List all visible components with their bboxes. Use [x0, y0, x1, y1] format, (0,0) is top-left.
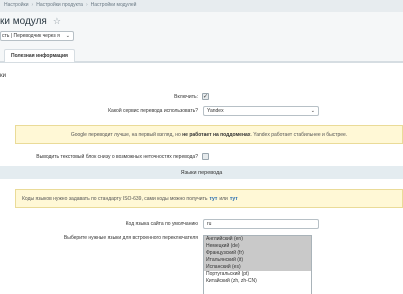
languages-header: Языки перевода [0, 166, 403, 179]
lang-option[interactable]: Французский (fr) [204, 250, 311, 257]
notice-iso: Коды языков нужно задавать по стандарту … [15, 189, 403, 208]
lang-option[interactable]: Китайский (zh, zh-CN) [204, 278, 311, 285]
section-label: ки [0, 73, 6, 79]
service-label: Какой сервис перевода использовать? [108, 108, 198, 114]
default-lang-label: Код языка сайта по умолчанию [125, 221, 198, 227]
page-title: ки модуля [0, 15, 47, 27]
notice-text: Коды языков нужно задавать по стандарту … [22, 195, 208, 202]
notice-text: или [219, 195, 228, 202]
breadcrumb-separator: › [85, 2, 88, 8]
notice-google: Google переводит лучше, на первый взгляд… [15, 125, 403, 144]
show-text-block-label: Выводить текстовый блок снизу о возможны… [36, 154, 198, 160]
chevron-down-icon: ⌄ [65, 33, 70, 39]
enable-label: Включить: [174, 94, 198, 100]
tab-useful-info[interactable]: Полезная информация [4, 49, 75, 62]
langs-list-label: Выберите нужные языки для встроенного пе… [63, 235, 198, 241]
breadcrumb: Настройки › Настройки продукта › Настройки м… [4, 2, 136, 8]
lang-option[interactable]: Немецкий (de) [204, 243, 311, 250]
enable-checkbox[interactable]: ✓ [202, 93, 209, 100]
top-bar: Настройки › Настройки продукта › Настройки м… [0, 0, 403, 12]
site-select-value: сть | Переводчик через я [2, 33, 60, 39]
show-text-block-checkbox[interactable] [202, 153, 209, 160]
breadcrumb-item[interactable]: Настройки модулей [91, 2, 137, 8]
iso-link-1[interactable]: тут [209, 196, 217, 202]
lang-option[interactable]: Португальский (pt) [204, 271, 311, 278]
langs-multiselect[interactable]: Английский (en) Немецкий (de) Французски… [203, 235, 312, 294]
breadcrumb-item[interactable]: Настройки [4, 2, 29, 8]
lang-option[interactable]: Итальянский (it) [204, 257, 311, 264]
breadcrumb-item[interactable]: Настройки продукта [36, 2, 83, 8]
breadcrumb-separator: › [31, 2, 34, 8]
lang-option[interactable]: Испанский (es) [204, 264, 311, 271]
service-select[interactable]: Yandex ⌄ [203, 106, 319, 116]
service-select-value: Yandex [207, 108, 224, 114]
notice-text: . Yandex работает стабильнее и быстрее. [250, 131, 348, 138]
site-select[interactable]: сть | Переводчик через я ⌄ [0, 31, 74, 41]
check-icon: ✓ [202, 93, 209, 100]
title-row: ки модуля ☆ [0, 12, 61, 30]
settings-panel: ки Включить: ✓ Какой сервис перевода исп… [0, 62, 403, 294]
star-icon[interactable]: ☆ [53, 16, 61, 27]
chevron-down-icon: ⌄ [310, 108, 315, 114]
tab-bar: Полезная информация [0, 46, 403, 62]
notice-text: Google переводит лучше, на первый взгляд… [70, 131, 181, 138]
iso-link-2[interactable]: тут [230, 196, 238, 202]
notice-bold-text: не работает на поддоменах [182, 131, 251, 138]
lang-option[interactable]: Английский (en) [204, 236, 311, 243]
default-lang-input[interactable]: ru [203, 219, 319, 229]
